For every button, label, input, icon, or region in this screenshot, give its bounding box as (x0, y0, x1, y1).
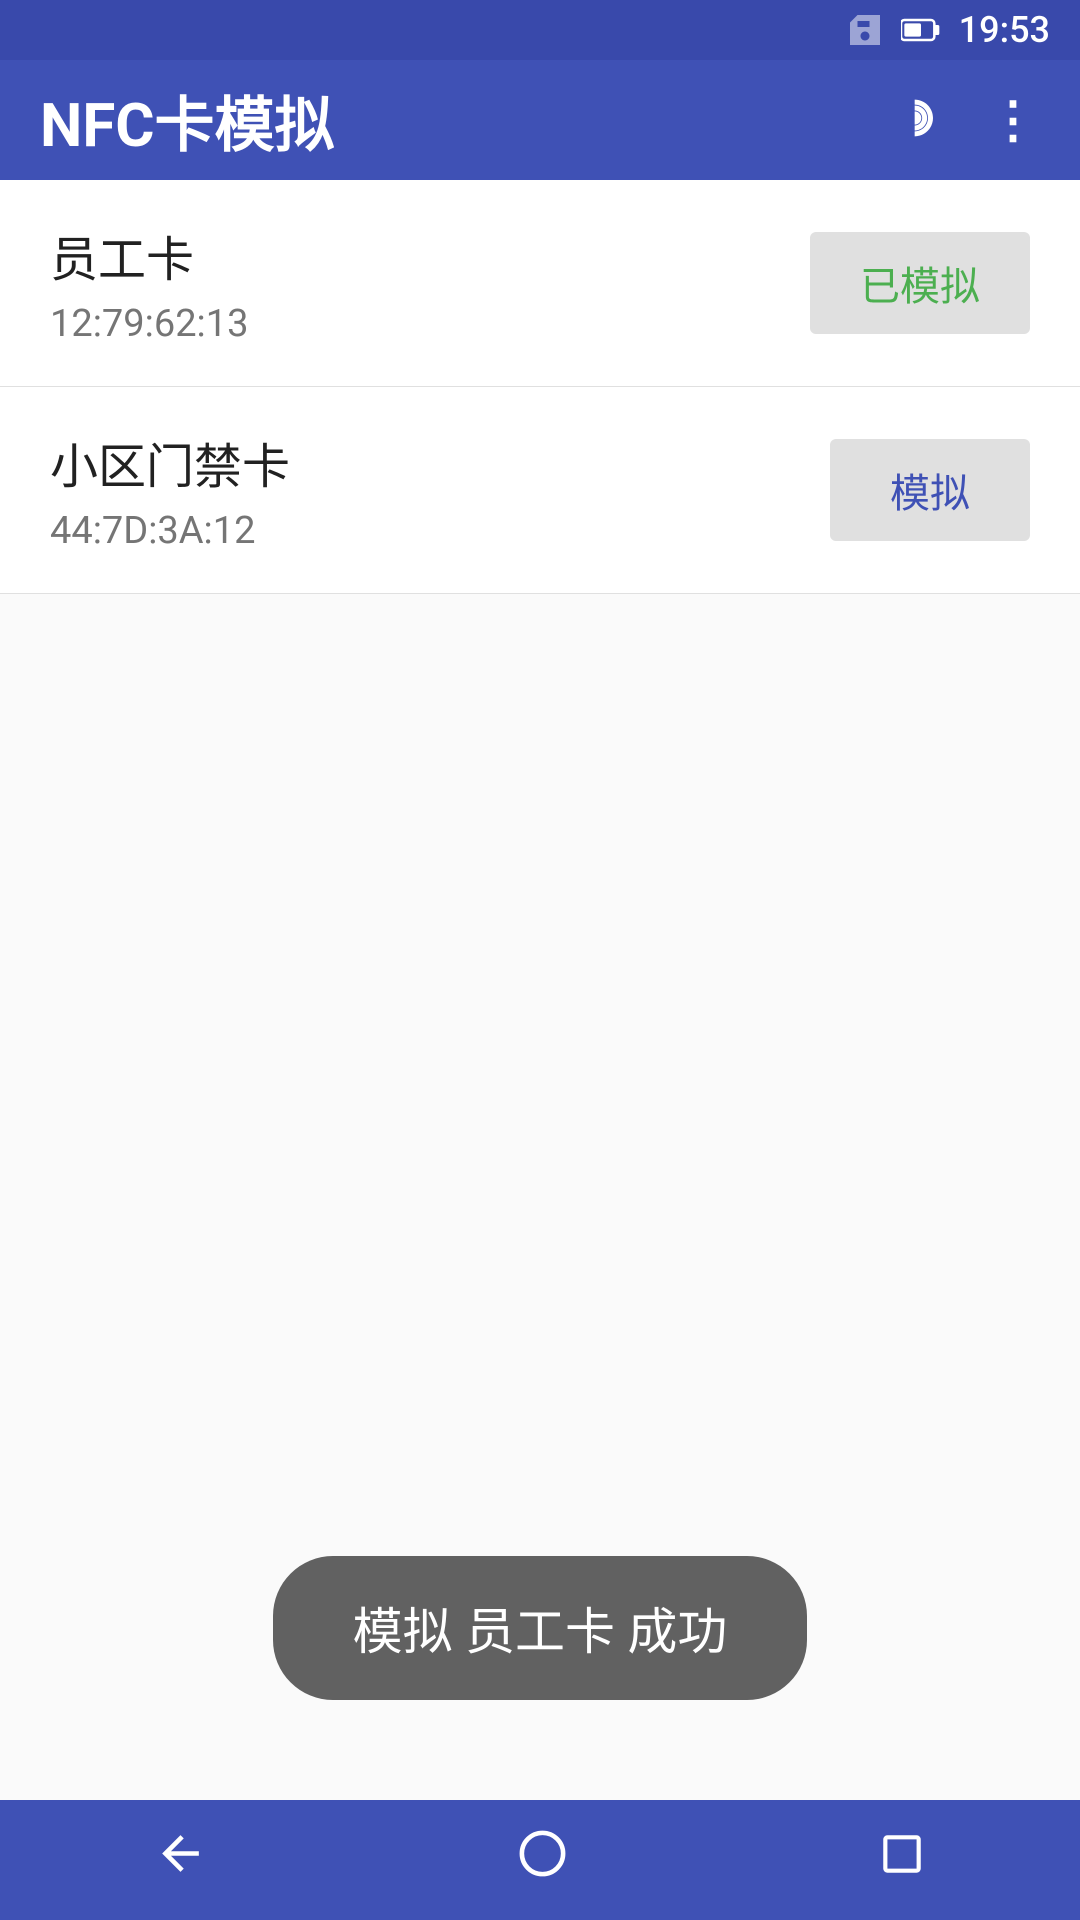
card-info-employee: 员工卡 12:79:62:13 (50, 220, 248, 346)
status-time: 19:53 (959, 9, 1050, 51)
sim-icon (847, 12, 883, 48)
toast-message: 模拟 员工卡 成功 (273, 1556, 808, 1700)
status-bar: 19:53 (0, 0, 1080, 60)
toast-container: 模拟 员工卡 成功 (0, 1496, 1080, 1800)
overflow-menu-icon[interactable]: ⋮ (988, 91, 1040, 150)
card-info-gate: 小区门禁卡 44:7D:3A:12 (50, 427, 290, 553)
card-id-employee: 12:79:62:13 (50, 302, 248, 346)
nav-home-button[interactable] (455, 1806, 630, 1914)
nav-recent-button[interactable] (817, 1809, 987, 1912)
battery-icon (901, 15, 941, 45)
status-icons: 19:53 (847, 9, 1050, 51)
card-item-employee: 员工卡 12:79:62:13 已模拟 (0, 180, 1080, 387)
card-name-gate: 小区门禁卡 (50, 427, 290, 497)
toolbar: NFC卡模拟 ⋮ (0, 60, 1080, 180)
card-item-gate: 小区门禁卡 44:7D:3A:12 模拟 (0, 387, 1080, 594)
nfc-icon[interactable] (888, 93, 948, 147)
empty-area (0, 594, 1080, 1496)
simulate-button-employee[interactable]: 已模拟 (810, 232, 1030, 334)
toolbar-actions: ⋮ (888, 91, 1040, 150)
card-name-employee: 员工卡 (50, 220, 248, 290)
card-id-gate: 44:7D:3A:12 (50, 509, 290, 553)
main-content: 员工卡 12:79:62:13 已模拟 小区门禁卡 44:7D:3A:12 模拟… (0, 180, 1080, 1800)
simulate-button-gate[interactable]: 模拟 (830, 439, 1030, 541)
app-title: NFC卡模拟 (40, 77, 335, 164)
nav-back-button[interactable] (93, 1806, 268, 1914)
nav-bar (0, 1800, 1080, 1920)
